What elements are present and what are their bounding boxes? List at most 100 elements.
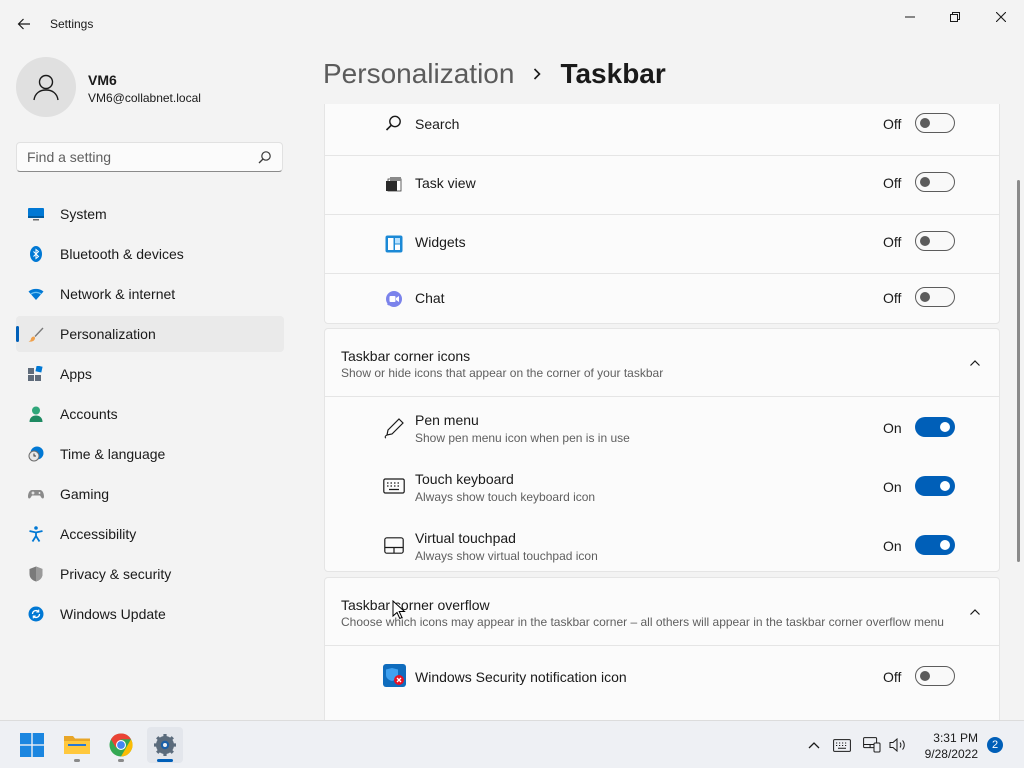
person-icon <box>33 74 59 101</box>
section-title: Taskbar corner icons <box>341 348 471 364</box>
sidebar-item-label: Network & internet <box>60 286 176 302</box>
apps-icon <box>28 366 43 381</box>
chevron-up-icon[interactable] <box>969 357 981 369</box>
running-indicator <box>118 759 124 762</box>
corner-icons-header[interactable]: Taskbar corner icons Show or hide icons … <box>325 329 999 395</box>
sidebar-item-bluetooth[interactable]: Bluetooth & devices <box>16 236 284 272</box>
scrollbar[interactable] <box>1017 180 1020 562</box>
setting-label: Touch keyboard <box>415 471 514 487</box>
app-title: Settings <box>50 17 94 31</box>
restore-button[interactable] <box>940 6 970 28</box>
sidebar-item-time-language[interactable]: Time & language <box>16 436 284 472</box>
sidebar-item-network[interactable]: Network & internet <box>16 276 284 312</box>
windows-security-icon <box>383 664 406 687</box>
minimize-button[interactable] <box>895 6 925 28</box>
toggle-knob <box>920 671 930 681</box>
touch-keyboard-tray-button[interactable] <box>832 735 852 755</box>
chat-icon <box>386 291 402 307</box>
task-view-icon <box>386 177 402 192</box>
sidebar-item-label: Privacy & security <box>60 566 172 582</box>
setting-row-virtual-touchpad: Virtual touchpad Always show virtual tou… <box>325 515 999 572</box>
avatar[interactable] <box>16 57 76 117</box>
setting-label: Windows Security notification icon <box>415 669 627 685</box>
volume-button[interactable] <box>888 735 908 755</box>
chevron-up-icon <box>808 742 820 749</box>
shield-icon <box>29 566 43 582</box>
notification-badge[interactable]: 2 <box>987 737 1003 753</box>
chevron-up-icon[interactable] <box>969 606 981 618</box>
taskbar-app-settings[interactable] <box>147 727 183 763</box>
pen-icon <box>384 418 404 439</box>
windows-taskbar: 3:31 PM 9/28/2022 2 <box>0 720 1024 768</box>
close-button[interactable] <box>986 6 1016 28</box>
pen-menu-toggle[interactable] <box>915 417 955 437</box>
person-icon <box>29 406 43 422</box>
setting-row-pen-menu: Pen menu Show pen menu icon when pen is … <box>325 397 999 456</box>
sidebar-item-label: Personalization <box>60 326 156 342</box>
sidebar-item-privacy-security[interactable]: Privacy & security <box>16 556 284 592</box>
widgets-toggle[interactable] <box>915 231 955 251</box>
taskbar-items-card: Search Off Task view Off Widgets Off Cha… <box>324 104 1000 324</box>
search-input[interactable] <box>27 149 247 165</box>
windows-security-toggle[interactable] <box>915 666 955 686</box>
toggle-state-label: On <box>883 538 902 554</box>
setting-description: Always show touch keyboard icon <box>415 490 596 504</box>
toggle-state-label: Off <box>883 234 902 250</box>
sidebar-item-gaming[interactable]: Gaming <box>16 476 284 512</box>
system-clock[interactable]: 3:31 PM 9/28/2022 <box>920 730 978 762</box>
mouse-cursor-icon <box>392 600 406 620</box>
keyboard-icon <box>833 738 851 752</box>
sidebar-item-apps[interactable]: Apps <box>16 356 284 392</box>
sidebar-item-accessibility[interactable]: Accessibility <box>16 516 284 552</box>
close-icon <box>996 12 1006 22</box>
toggle-knob <box>920 236 930 246</box>
search-icon[interactable] <box>258 150 272 164</box>
touch-keyboard-toggle[interactable] <box>915 476 955 496</box>
keyboard-icon <box>383 478 405 494</box>
virtual-touchpad-toggle[interactable] <box>915 535 955 555</box>
toggle-state-label: Off <box>883 669 902 685</box>
sidebar-item-personalization[interactable]: Personalization <box>16 316 284 352</box>
start-button[interactable] <box>14 727 50 763</box>
setting-label: Chat <box>415 290 445 306</box>
back-button[interactable] <box>12 12 36 36</box>
toggle-knob <box>920 292 930 302</box>
monitor-icon <box>28 208 44 221</box>
section-subtitle: Show or hide icons that appear on the co… <box>341 366 664 380</box>
sidebar-item-label: Accounts <box>60 406 118 422</box>
update-icon <box>28 606 44 622</box>
setting-row-touch-keyboard: Touch keyboard Always show touch keyboar… <box>325 456 999 515</box>
chrome-icon <box>109 733 133 757</box>
sidebar-item-system[interactable]: System <box>16 196 284 232</box>
corner-overflow-header[interactable]: Taskbar corner overflow Choose which ico… <box>325 578 999 644</box>
setting-row-search: Search Off <box>325 104 999 155</box>
chat-toggle[interactable] <box>915 287 955 307</box>
sidebar-item-accounts[interactable]: Accounts <box>16 396 284 432</box>
sidebar-item-label: Gaming <box>60 486 110 502</box>
sidebar-item-label: Apps <box>60 366 92 382</box>
touchpad-icon <box>384 537 404 554</box>
show-hidden-icons-button[interactable] <box>804 735 824 755</box>
settings-icon <box>154 734 176 756</box>
sidebar-nav: System Bluetooth & devices Network & int… <box>16 196 284 636</box>
breadcrumb-parent[interactable]: Personalization <box>323 58 514 90</box>
toggle-knob <box>940 422 950 432</box>
taskbar-app-file-explorer[interactable] <box>59 727 95 763</box>
search-box[interactable] <box>16 142 283 172</box>
sidebar-item-label: System <box>60 206 107 222</box>
task-view-toggle[interactable] <box>915 172 955 192</box>
toggle-state-label: On <box>883 420 902 436</box>
title-bar: Settings <box>0 0 1024 48</box>
running-indicator <box>74 759 80 762</box>
running-indicator <box>157 759 173 762</box>
touchpad-tray-icon <box>863 737 881 753</box>
section-title: Taskbar corner overflow <box>341 597 490 613</box>
sidebar-item-windows-update[interactable]: Windows Update <box>16 596 284 632</box>
toggle-state-label: Off <box>883 116 902 132</box>
toggle-state-label: On <box>883 479 902 495</box>
taskbar-app-chrome[interactable] <box>103 727 139 763</box>
virtual-touchpad-tray-button[interactable] <box>862 735 882 755</box>
setting-label: Pen menu <box>415 412 479 428</box>
search-toggle[interactable] <box>915 113 955 133</box>
setting-label: Search <box>415 116 460 132</box>
